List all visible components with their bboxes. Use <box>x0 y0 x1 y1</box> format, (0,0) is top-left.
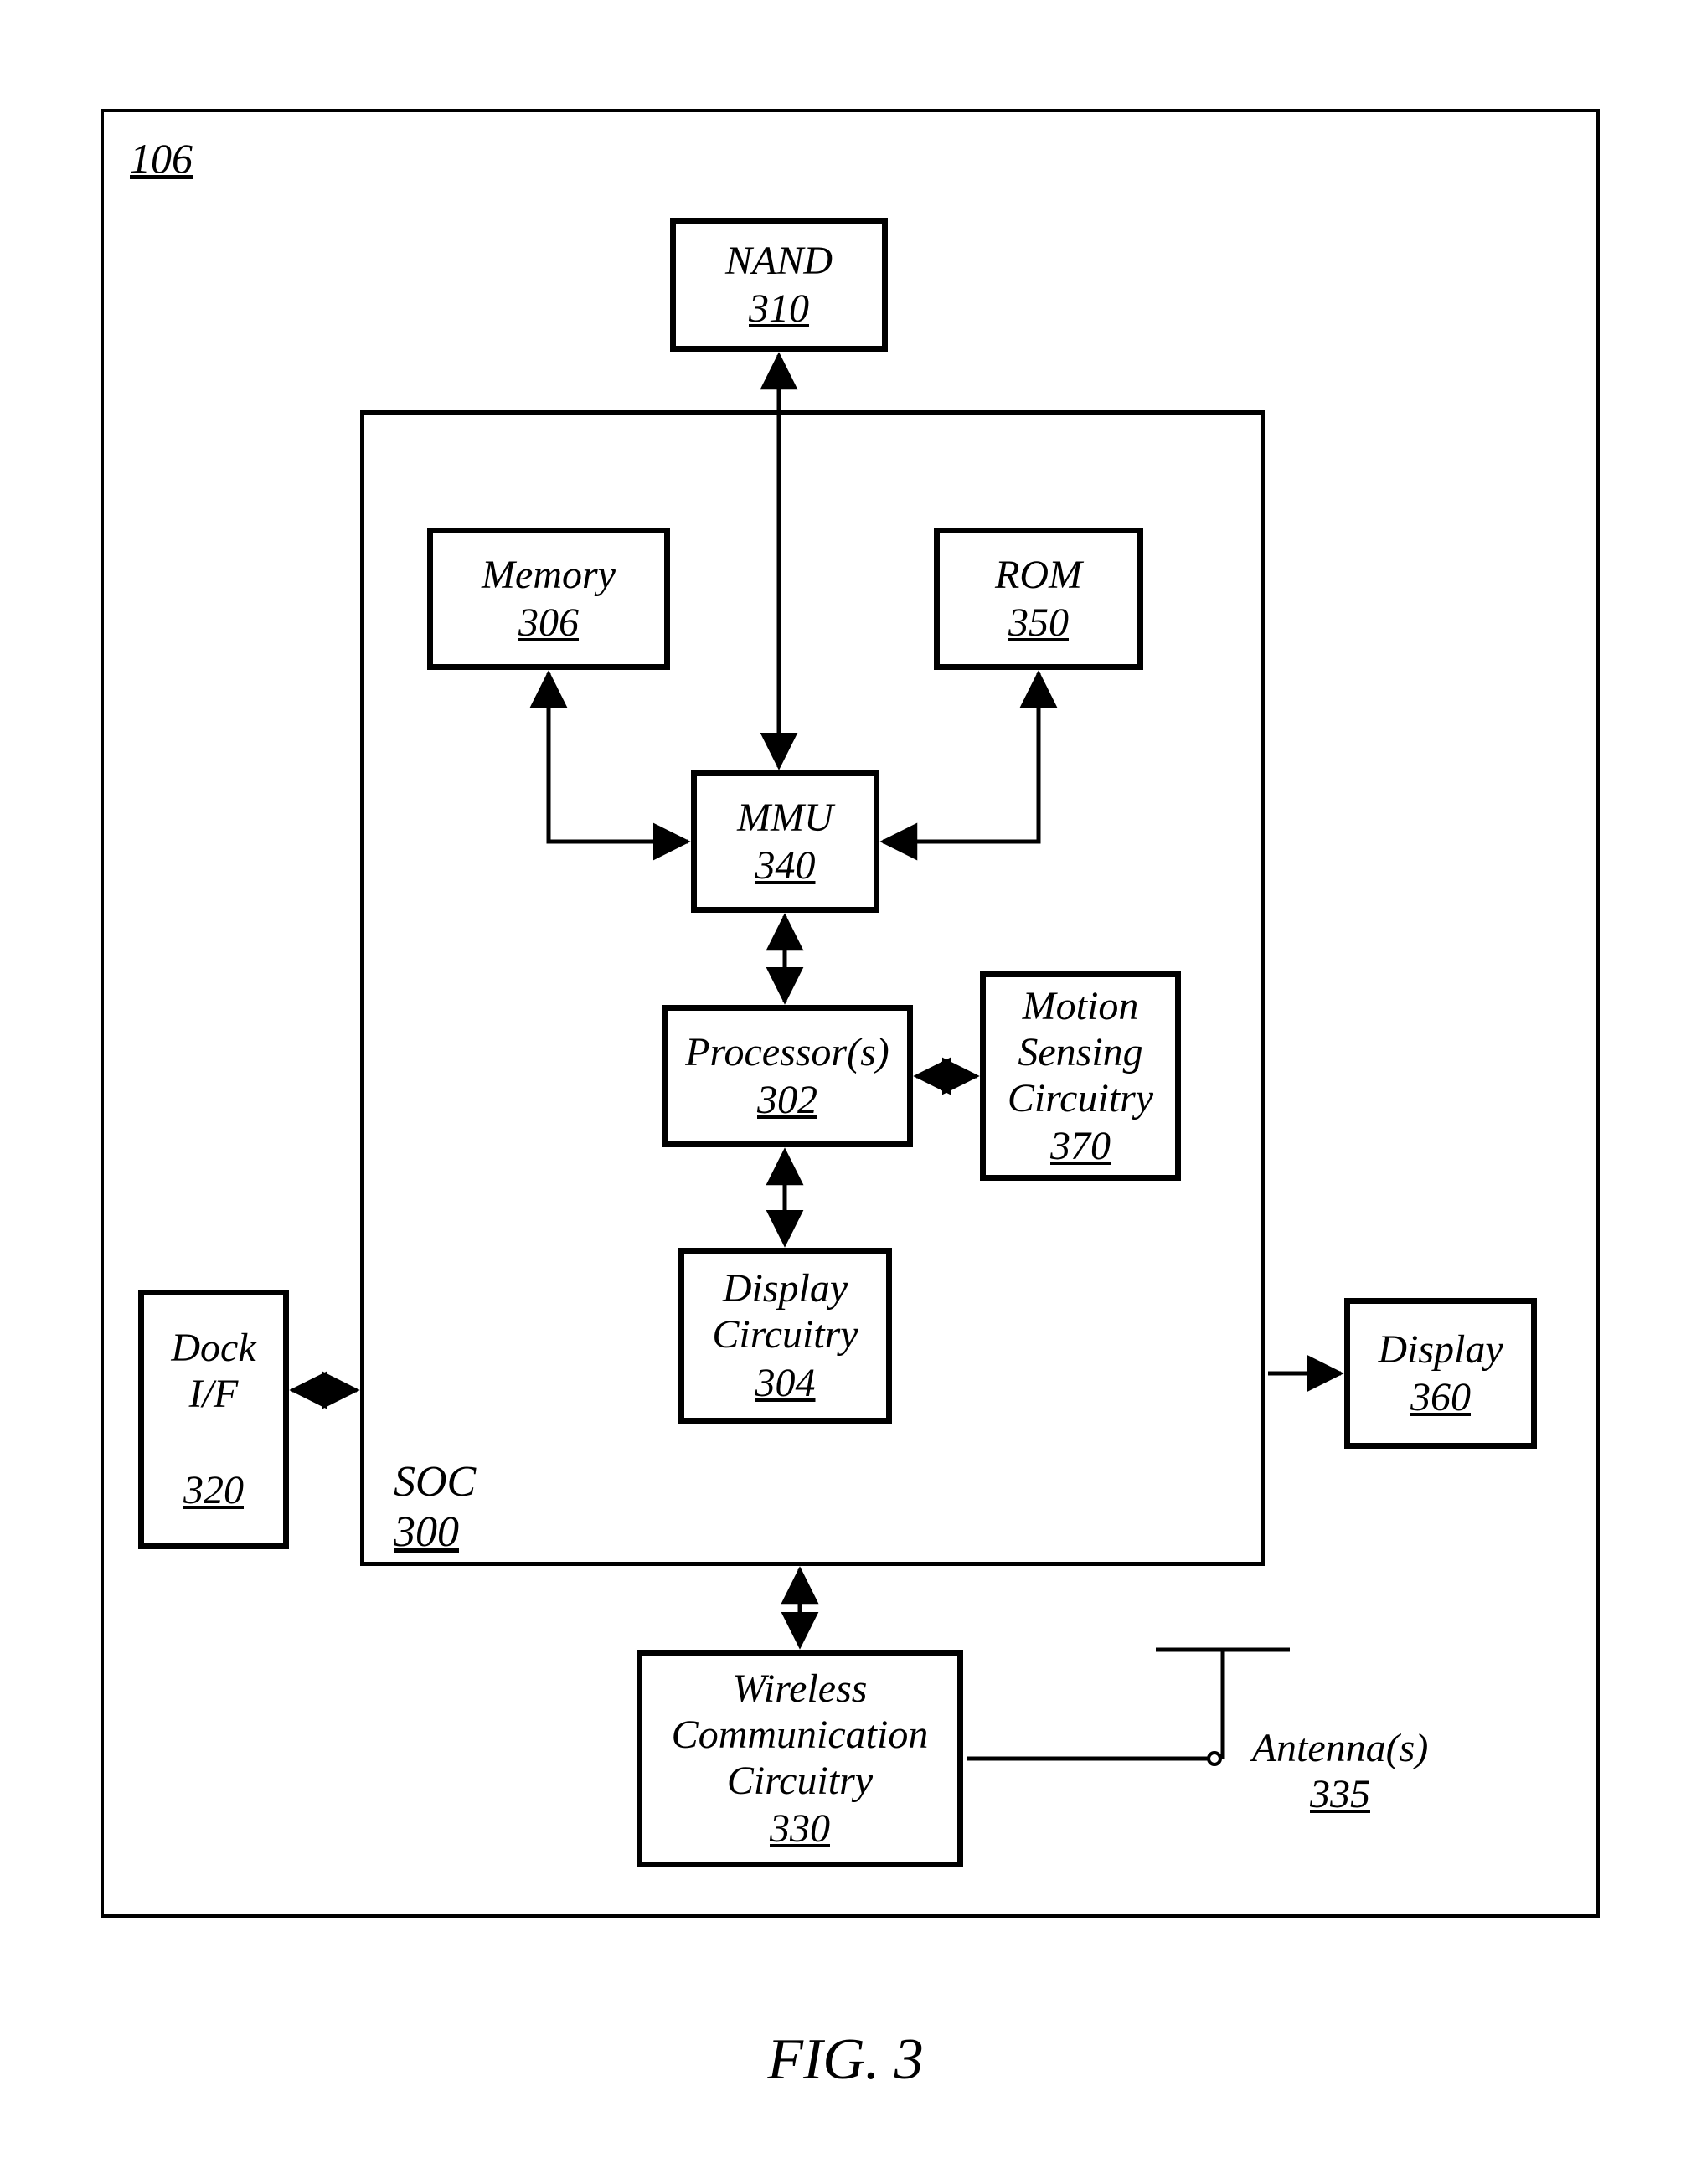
block-processor: Processor(s) 302 <box>662 1005 913 1147</box>
soc-ref: 300 <box>394 1507 459 1557</box>
display-ref: 360 <box>1410 1374 1471 1420</box>
rom-ref: 350 <box>1008 600 1069 646</box>
processor-label: Processor(s) <box>685 1029 889 1075</box>
block-rom: ROM 350 <box>934 528 1143 670</box>
dock-l2: I/F <box>189 1371 239 1417</box>
nand-label: NAND <box>725 238 833 284</box>
block-nand: NAND 310 <box>670 218 888 352</box>
wcc-l2: Communication <box>672 1712 929 1758</box>
nand-ref: 310 <box>749 286 809 332</box>
motion-l2: Sensing <box>1018 1029 1142 1075</box>
mmu-label: MMU <box>737 795 833 841</box>
display-label: Display <box>1378 1326 1503 1373</box>
block-display-circuitry: Display Circuitry 304 <box>678 1248 892 1424</box>
motion-ref: 370 <box>1050 1123 1111 1169</box>
antenna-label: Antenna(s) <box>1231 1725 1449 1771</box>
device-ref: 106 <box>130 134 193 183</box>
block-mmu: MMU 340 <box>691 770 879 913</box>
dock-l1: Dock <box>171 1325 255 1371</box>
motion-l3: Circuitry <box>1008 1075 1153 1121</box>
soc-label: SOC <box>394 1457 476 1507</box>
block-memory: Memory 306 <box>427 528 670 670</box>
memory-ref: 306 <box>518 600 579 646</box>
memory-label: Memory <box>482 552 616 598</box>
dock-ref: 320 <box>183 1467 244 1513</box>
figure-caption: FIG. 3 <box>0 2027 1691 2094</box>
dispckt-l1: Display <box>723 1265 848 1311</box>
wcc-l3: Circuitry <box>727 1758 873 1804</box>
block-display: Display 360 <box>1344 1298 1537 1449</box>
wcc-ref: 330 <box>770 1805 830 1852</box>
dispckt-l2: Circuitry <box>712 1311 858 1357</box>
antenna-ref: 335 <box>1231 1771 1449 1817</box>
motion-l1: Motion <box>1023 983 1139 1029</box>
mmu-ref: 340 <box>755 842 816 889</box>
wcc-l1: Wireless <box>733 1666 868 1712</box>
block-dock: Dock I/F 320 <box>138 1290 289 1549</box>
rom-label: ROM <box>995 552 1082 598</box>
diagram-page: 106 SOC 300 NAND 310 Memory 306 ROM 350 … <box>0 0 1691 2184</box>
dispckt-ref: 304 <box>755 1360 816 1406</box>
block-motion: Motion Sensing Circuitry 370 <box>980 971 1181 1181</box>
block-wireless: Wireless Communication Circuitry 330 <box>637 1650 963 1867</box>
processor-ref: 302 <box>757 1077 817 1123</box>
